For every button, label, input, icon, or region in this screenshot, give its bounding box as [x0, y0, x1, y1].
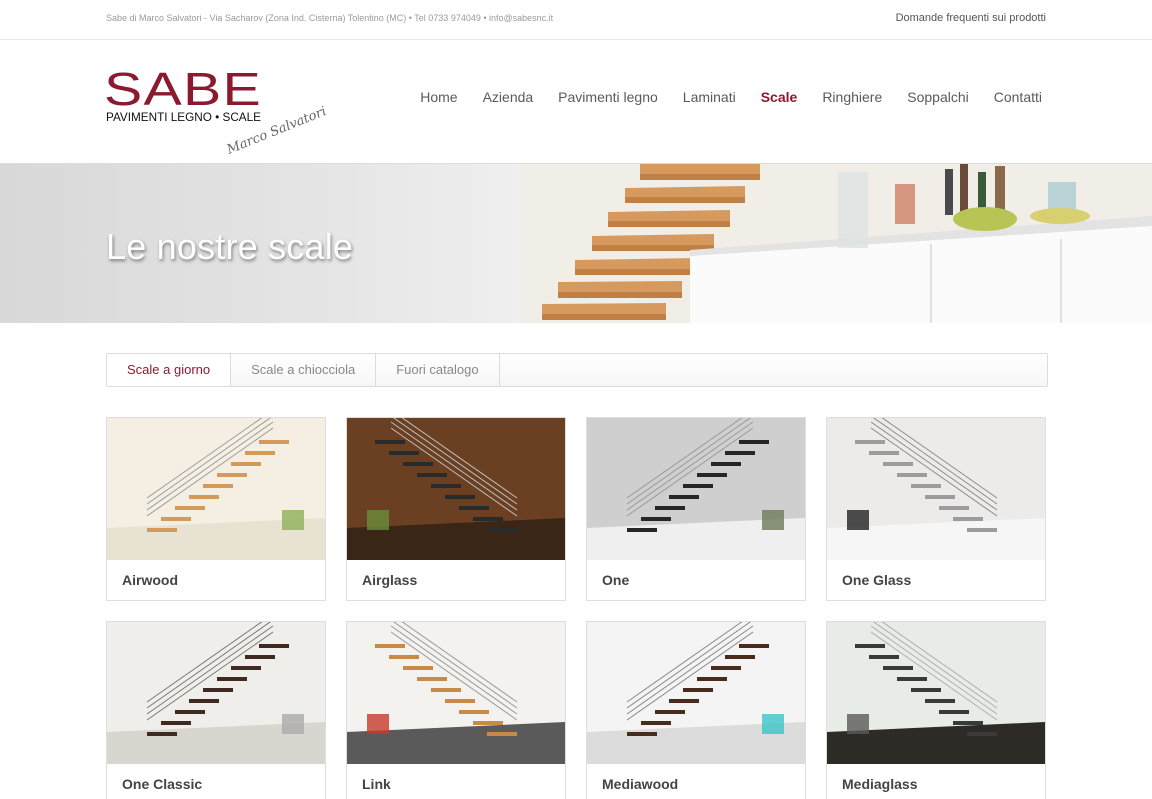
top-bar: Sabe di Marco Salvatori - Via Sacharov (… [0, 0, 1152, 40]
mediaglass-staircase-photo[interactable] [827, 622, 1045, 764]
mediawood-staircase-photo[interactable] [587, 622, 805, 764]
tab-scale-a-chiocciola[interactable]: Scale a chiocciola [231, 354, 377, 386]
product-card-mediawood[interactable]: Mediawood [586, 621, 806, 799]
nav-item-home[interactable]: Home [420, 89, 457, 105]
faq-link[interactable]: Domande frequenti sui prodotti [896, 12, 1046, 24]
one-classic-staircase-photo[interactable] [107, 622, 325, 764]
product-card-link[interactable]: Link [346, 621, 566, 799]
tab-fuori-catalogo[interactable]: Fuori catalogo [376, 354, 500, 386]
product-image [827, 418, 1045, 560]
nav-item-ringhiere[interactable]: Ringhiere [822, 89, 882, 105]
hero-banner: Le nostre scale [0, 164, 1152, 323]
product-image [347, 418, 565, 560]
site-header: SABE PAVIMENTI LEGNO • SCALE Marco Salva… [0, 40, 1152, 164]
nav-item-soppalchi[interactable]: Soppalchi [907, 89, 969, 105]
product-name[interactable]: One Classic [122, 776, 202, 792]
nav-item-scale[interactable]: Scale [761, 89, 798, 105]
product-card-one[interactable]: One [586, 417, 806, 601]
product-image [347, 622, 565, 764]
product-card-one-classic[interactable]: One Classic [106, 621, 326, 799]
product-image [107, 418, 325, 560]
product-name[interactable]: Airwood [122, 572, 178, 588]
page-title: Le nostre scale [106, 226, 354, 267]
product-name[interactable]: One Glass [842, 572, 911, 588]
one-glass-staircase-photo[interactable] [827, 418, 1045, 560]
product-image [587, 418, 805, 560]
airglass-staircase-photo[interactable] [347, 418, 565, 560]
product-card-airwood[interactable]: Airwood [106, 417, 326, 601]
nav-item-contatti[interactable]: Contatti [994, 89, 1042, 105]
airwood-staircase-photo[interactable] [107, 418, 325, 560]
sabe-logo[interactable]: SABE PAVIMENTI LEGNO • SCALE Marco Salva… [104, 66, 344, 156]
logo-brand: SABE [104, 66, 262, 115]
nav-item-pavimenti-legno[interactable]: Pavimenti legno [558, 89, 658, 105]
product-card-mediaglass[interactable]: Mediaglass [826, 621, 1046, 799]
product-name[interactable]: Link [362, 776, 391, 792]
category-tabs: Scale a giorno Scale a chiocciola Fuori ca… [106, 353, 1048, 387]
product-name[interactable]: Mediawood [602, 776, 678, 792]
product-card-airglass[interactable]: Airglass [346, 417, 566, 601]
product-name[interactable]: Airglass [362, 572, 417, 588]
contact-info: Sabe di Marco Salvatori - Via Sacharov (… [106, 13, 554, 23]
product-image [107, 622, 325, 764]
product-name[interactable]: One [602, 572, 629, 588]
link-staircase-photo[interactable] [347, 622, 565, 764]
main-nav: Home Azienda Pavimenti legno Laminati Scale R… [395, 89, 1042, 105]
product-card-one-glass[interactable]: One Glass [826, 417, 1046, 601]
product-image [827, 622, 1045, 764]
product-image [587, 622, 805, 764]
nav-item-laminati[interactable]: Laminati [683, 89, 736, 105]
product-name[interactable]: Mediaglass [842, 776, 917, 792]
tab-scale-a-giorno[interactable]: Scale a giorno [107, 354, 232, 386]
one-staircase-photo[interactable] [587, 418, 805, 560]
nav-item-azienda[interactable]: Azienda [483, 89, 534, 105]
logo-tagline: PAVIMENTI LEGNO • SCALE [106, 110, 261, 124]
